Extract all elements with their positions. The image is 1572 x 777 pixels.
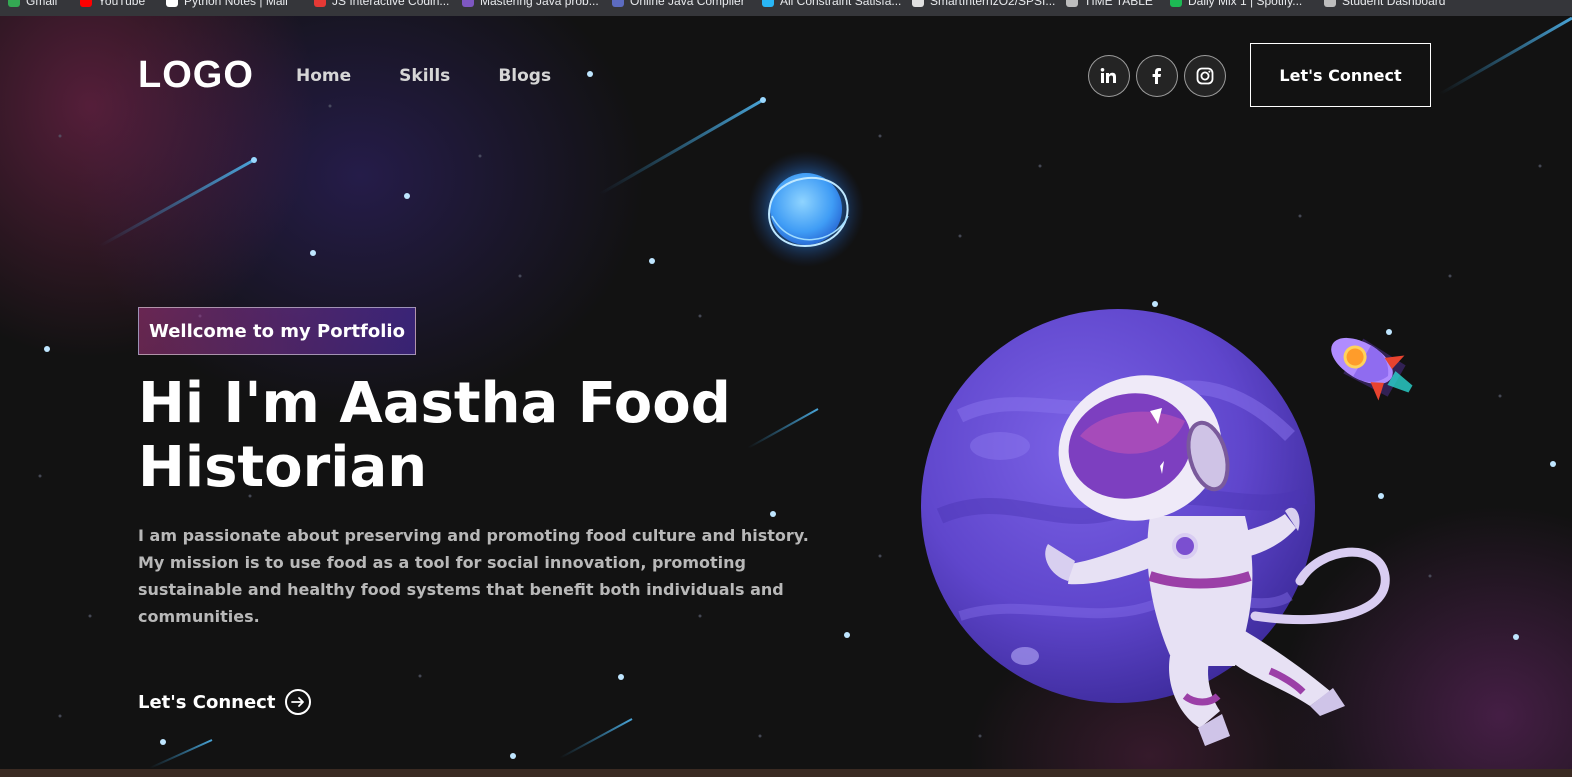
main-nav: Home Skills Blogs	[296, 66, 551, 86]
lets-connect-cta[interactable]: Let's Connect	[138, 689, 312, 715]
linkedin-icon	[1100, 68, 1116, 83]
facebook-icon	[1152, 68, 1161, 84]
constraint-icon	[762, 0, 774, 7]
social-icons	[1088, 55, 1226, 97]
bookmark-item[interactable]: SmartInternzO2/SPSI...	[912, 0, 1055, 8]
youtube-icon	[80, 0, 92, 7]
bookmark-item[interactable]: Python Notes | Mail	[166, 0, 288, 8]
gmail-icon	[8, 0, 20, 7]
linkedin-button[interactable]	[1088, 55, 1130, 97]
bookmark-item[interactable]: Online Java Compiler	[612, 0, 745, 8]
globe-icon	[1066, 0, 1078, 7]
bookmark-item[interactable]: Mastering Java prob...	[462, 0, 599, 8]
nav-link-skills[interactable]: Skills	[399, 66, 450, 86]
welcome-tagline: Wellcome to my Portfolio	[138, 307, 416, 355]
bookmark-item[interactable]: JS Interactive Codin...	[314, 0, 449, 8]
github-icon	[912, 0, 924, 7]
compiler-icon	[612, 0, 624, 7]
hero-bio: I am passionate about preserving and pro…	[138, 526, 809, 626]
site-logo[interactable]: LOGO	[138, 54, 254, 97]
nav-link-blogs[interactable]: Blogs	[498, 66, 551, 86]
instagram-button[interactable]	[1184, 55, 1226, 97]
arrow-right-circle-icon	[285, 689, 312, 715]
hero-section: LOGO Home Skills Blogs Let's Connect Wel…	[0, 16, 1572, 769]
spotify-icon	[1170, 0, 1182, 7]
window-bottom-edge	[0, 769, 1572, 777]
globe-icon	[1324, 0, 1336, 7]
bookmark-item[interactable]: Student Dashboard	[1324, 0, 1445, 8]
hero-headline: Hi I'm Aastha Food Historian	[138, 371, 731, 500]
bug-icon	[314, 0, 326, 7]
cta-label: Let's Connect	[138, 691, 276, 713]
instagram-icon	[1196, 67, 1214, 85]
nav-link-home[interactable]: Home	[296, 66, 351, 86]
lets-connect-button[interactable]: Let's Connect	[1250, 43, 1431, 107]
bookmarks-bar: Gmail YouTube Python Notes | Mail JS Int…	[0, 0, 1572, 16]
bookmark-item[interactable]: All Constraint Satisfa...	[762, 0, 901, 8]
bookmark-item[interactable]: TIME TABLE	[1066, 0, 1153, 8]
bookmark-item[interactable]: Daily Mix 1 | Spotify...	[1170, 0, 1302, 8]
bookmark-item[interactable]: Gmail	[8, 0, 57, 8]
notes-icon	[166, 0, 178, 7]
bookmark-item[interactable]: YouTube	[80, 0, 145, 8]
facebook-button[interactable]	[1136, 55, 1178, 97]
java-icon	[462, 0, 474, 7]
